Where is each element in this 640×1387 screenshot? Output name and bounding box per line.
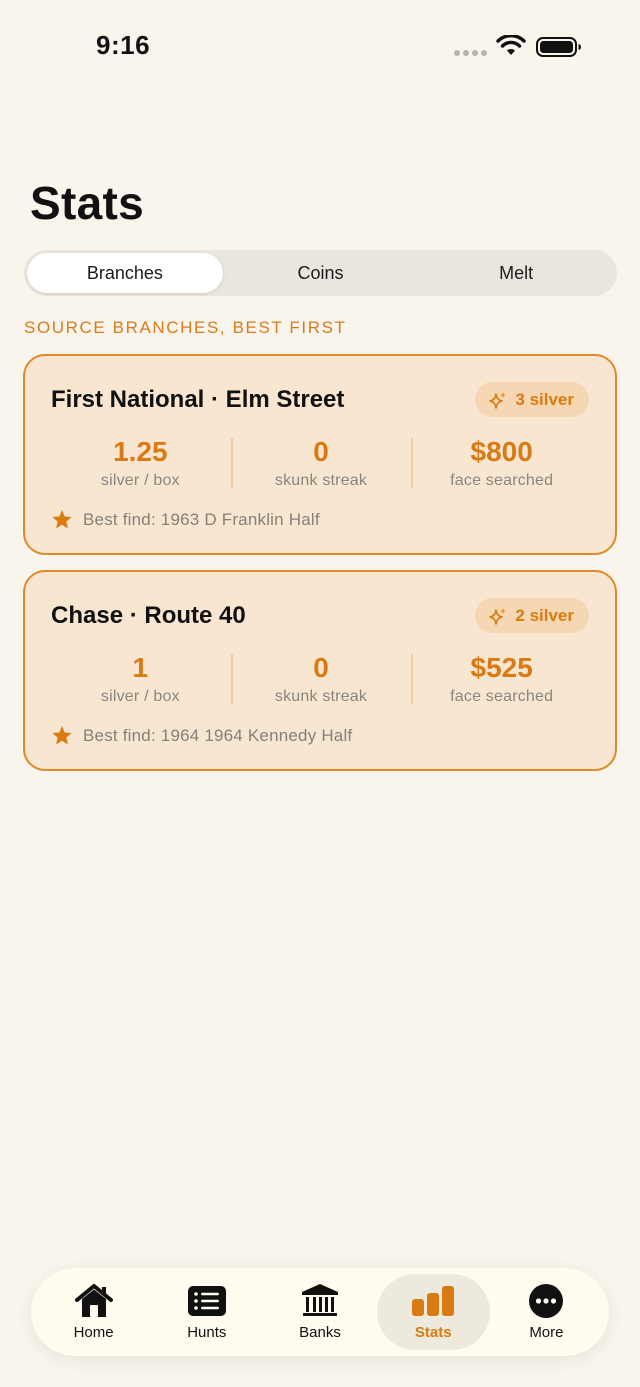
battery-icon xyxy=(536,37,582,62)
tab-banks[interactable]: Banks xyxy=(263,1274,376,1350)
stats-row: 1 silver / box 0 skunk streak $525 face … xyxy=(50,652,592,706)
tab-stats[interactable]: Stats xyxy=(376,1274,490,1350)
star-icon xyxy=(51,725,73,746)
status-bar: 9:16 xyxy=(0,0,640,94)
page-title: Stats xyxy=(30,177,144,229)
status-time: 9:16 xyxy=(96,30,151,60)
tab-more[interactable]: More xyxy=(490,1274,603,1350)
silver-badge-label: 2 silver xyxy=(515,605,574,625)
best-find-row: Best find: 1964 1964 Kennedy Half xyxy=(51,725,352,746)
stat-label: face searched xyxy=(450,688,554,705)
stat-label: skunk streak xyxy=(274,472,368,489)
silver-count-badge: 2 silver xyxy=(475,598,589,633)
stats-screen: 9:16 Stats Branches Coins Melt SOURCE BR… xyxy=(0,0,640,1387)
stat-value: 0 xyxy=(313,652,329,683)
stat-value: $525 xyxy=(470,652,533,683)
stat-skunk-streak: 0 skunk streak xyxy=(230,436,412,490)
stat-skunk-streak: 0 skunk streak xyxy=(230,652,412,706)
stat-value: $800 xyxy=(470,436,533,467)
best-find-text: Best find: 1964 1964 Kennedy Half xyxy=(83,725,353,745)
tab-bar: Home Hunts Banks Stats More xyxy=(31,1268,609,1356)
segment-branches[interactable]: Branches xyxy=(27,253,223,293)
ellipsis-circle-icon xyxy=(528,1283,564,1318)
stat-label: silver / box xyxy=(100,688,180,705)
tab-label: Banks xyxy=(299,1323,341,1341)
wifi-icon xyxy=(496,34,526,62)
branch-name: Chase · Route 40 xyxy=(51,602,246,629)
stat-silver-per-box: 1 silver / box xyxy=(50,652,231,706)
tab-label: Hunts xyxy=(187,1323,227,1341)
tab-hunts[interactable]: Hunts xyxy=(150,1274,263,1350)
segment-coins[interactable]: Coins xyxy=(223,253,419,293)
stat-value: 1 xyxy=(132,652,149,683)
silver-badge-label: 3 silver xyxy=(515,389,574,409)
stats-row: 1.25 silver / box 0 skunk streak $800 fa… xyxy=(50,436,592,490)
bar-chart-icon xyxy=(411,1284,455,1318)
tab-label: Stats xyxy=(414,1323,452,1341)
house-icon xyxy=(74,1283,114,1318)
bank-icon xyxy=(301,1283,339,1318)
silver-count-badge: 3 silver xyxy=(475,382,589,417)
stat-label: silver / box xyxy=(100,472,180,489)
stat-silver-per-box: 1.25 silver / box xyxy=(50,436,231,490)
list-icon xyxy=(187,1284,227,1318)
cellular-signal-icon xyxy=(454,50,487,56)
stat-label: skunk streak xyxy=(274,688,368,705)
best-find-row: Best find: 1963 D Franklin Half xyxy=(51,509,320,530)
segment-melt[interactable]: Melt xyxy=(418,253,614,293)
best-find-text: Best find: 1963 D Franklin Half xyxy=(83,509,320,529)
section-header: SOURCE BRANCHES, BEST FIRST xyxy=(24,318,347,337)
star-icon xyxy=(51,509,73,530)
branch-card[interactable]: First National · Elm Street 3 silver 1.2… xyxy=(23,354,617,555)
stat-value: 1.25 xyxy=(113,436,168,467)
tab-label: More xyxy=(529,1323,564,1341)
tab-home[interactable]: Home xyxy=(37,1274,150,1350)
sparkle-icon xyxy=(489,391,507,409)
stat-value: 0 xyxy=(313,436,329,467)
sparkle-icon xyxy=(489,607,507,625)
branch-card[interactable]: Chase · Route 40 2 silver 1 silver / box… xyxy=(23,570,617,771)
stat-face-searched: $800 face searched xyxy=(411,436,592,490)
stat-label: face searched xyxy=(450,472,554,489)
tab-label: Home xyxy=(73,1323,114,1341)
stat-face-searched: $525 face searched xyxy=(411,652,592,706)
view-segmented-control: Branches Coins Melt xyxy=(24,250,617,296)
branch-name: First National · Elm Street xyxy=(51,386,345,413)
